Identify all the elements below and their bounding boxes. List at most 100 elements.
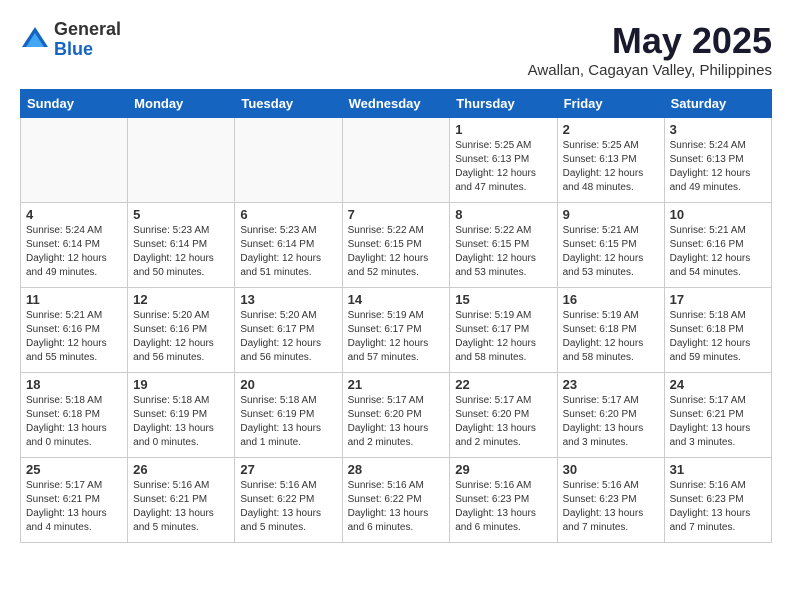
calendar-cell: 13 Sunrise: 5:20 AM Sunset: 6:17 PM Dayli… — [235, 288, 342, 373]
calendar-cell: 17Sunrise: 5:18 AM Sunset: 6:18 PM Dayli… — [664, 288, 771, 373]
day-number: 25 — [26, 462, 122, 477]
calendar-cell — [342, 118, 450, 203]
day-number: 1 — [455, 122, 551, 137]
column-header-thursday: Thursday — [450, 90, 557, 118]
calendar-cell: 6 Sunrise: 5:23 AM Sunset: 6:14 PM Daylig… — [235, 203, 342, 288]
day-number: 3 — [670, 122, 766, 137]
day-info: Sunrise: 5:16 AM Sunset: 6:22 PM Dayligh… — [348, 479, 445, 535]
day-number: 10 — [670, 207, 766, 222]
day-info: Sunrise: 5:16 AM Sunset: 6:23 PM Dayligh… — [455, 479, 551, 535]
day-number: 22 — [455, 377, 551, 392]
calendar-cell: 8 Sunrise: 5:22 AM Sunset: 6:15 PM Daylig… — [450, 203, 557, 288]
calendar-cell: 26 Sunrise: 5:16 AM Sunset: 6:21 PM Dayli… — [128, 458, 235, 543]
calendar-cell: 2 Sunrise: 5:25 AM Sunset: 6:13 PM Daylig… — [557, 118, 664, 203]
calendar-cell: 28 Sunrise: 5:16 AM Sunset: 6:22 PM Dayli… — [342, 458, 450, 543]
day-info: Sunrise: 5:18 AM Sunset: 6:18 PM Dayligh… — [670, 309, 766, 365]
page-header: General Blue May 2025 Awallan, Cagayan V… — [20, 20, 772, 79]
day-info: Sunrise: 5:20 AM Sunset: 6:17 PM Dayligh… — [240, 309, 336, 365]
day-number: 8 — [455, 207, 551, 222]
day-number: 13 — [240, 292, 336, 307]
day-number: 19 — [133, 377, 229, 392]
day-info: Sunrise: 5:22 AM Sunset: 6:15 PM Dayligh… — [455, 224, 551, 280]
day-number: 18 — [26, 377, 122, 392]
day-number: 31 — [670, 462, 766, 477]
day-number: 20 — [240, 377, 336, 392]
calendar-cell: 15Sunrise: 5:19 AM Sunset: 6:17 PM Dayli… — [450, 288, 557, 373]
calendar-cell: 19 Sunrise: 5:18 AM Sunset: 6:19 PM Dayli… — [128, 373, 235, 458]
location-subtitle: Awallan, Cagayan Valley, Philippines — [528, 62, 772, 79]
day-number: 26 — [133, 462, 229, 477]
day-number: 21 — [348, 377, 445, 392]
day-info: Sunrise: 5:21 AM Sunset: 6:16 PM Dayligh… — [670, 224, 766, 280]
day-info: Sunrise: 5:19 AM Sunset: 6:17 PM Dayligh… — [455, 309, 551, 365]
calendar-cell: 11 Sunrise: 5:21 AM Sunset: 6:16 PM Dayli… — [21, 288, 128, 373]
day-info: Sunrise: 5:17 AM Sunset: 6:20 PM Dayligh… — [563, 394, 659, 450]
logo-text: General Blue — [54, 20, 121, 60]
calendar-cell: 18 Sunrise: 5:18 AM Sunset: 6:18 PM Dayli… — [21, 373, 128, 458]
day-info: Sunrise: 5:16 AM Sunset: 6:22 PM Dayligh… — [240, 479, 336, 535]
logo-general: General — [54, 20, 121, 40]
week-row-3: 11 Sunrise: 5:21 AM Sunset: 6:16 PM Dayli… — [21, 288, 772, 373]
calendar-cell: 22Sunrise: 5:17 AM Sunset: 6:20 PM Dayli… — [450, 373, 557, 458]
day-info: Sunrise: 5:16 AM Sunset: 6:23 PM Dayligh… — [563, 479, 659, 535]
column-header-wednesday: Wednesday — [342, 90, 450, 118]
calendar-cell: 25 Sunrise: 5:17 AM Sunset: 6:21 PM Dayli… — [21, 458, 128, 543]
day-info: Sunrise: 5:19 AM Sunset: 6:17 PM Dayligh… — [348, 309, 445, 365]
calendar-cell — [21, 118, 128, 203]
calendar-cell: 20 Sunrise: 5:18 AM Sunset: 6:19 PM Dayli… — [235, 373, 342, 458]
day-info: Sunrise: 5:16 AM Sunset: 6:23 PM Dayligh… — [670, 479, 766, 535]
day-number: 7 — [348, 207, 445, 222]
calendar-cell: 4Sunrise: 5:24 AM Sunset: 6:14 PM Daylig… — [21, 203, 128, 288]
day-info: Sunrise: 5:18 AM Sunset: 6:19 PM Dayligh… — [133, 394, 229, 450]
calendar-header-row: SundayMondayTuesdayWednesdayThursdayFrid… — [21, 90, 772, 118]
day-info: Sunrise: 5:17 AM Sunset: 6:21 PM Dayligh… — [670, 394, 766, 450]
title-block: May 2025 Awallan, Cagayan Valley, Philip… — [528, 20, 772, 79]
day-info: Sunrise: 5:21 AM Sunset: 6:15 PM Dayligh… — [563, 224, 659, 280]
day-number: 16 — [563, 292, 659, 307]
month-title: May 2025 — [528, 20, 772, 62]
day-info: Sunrise: 5:22 AM Sunset: 6:15 PM Dayligh… — [348, 224, 445, 280]
calendar-cell — [235, 118, 342, 203]
calendar-cell: 3 Sunrise: 5:24 AM Sunset: 6:13 PM Daylig… — [664, 118, 771, 203]
day-number: 11 — [26, 292, 122, 307]
day-number: 29 — [455, 462, 551, 477]
day-number: 2 — [563, 122, 659, 137]
day-info: Sunrise: 5:17 AM Sunset: 6:21 PM Dayligh… — [26, 479, 122, 535]
day-info: Sunrise: 5:25 AM Sunset: 6:13 PM Dayligh… — [563, 139, 659, 195]
day-info: Sunrise: 5:21 AM Sunset: 6:16 PM Dayligh… — [26, 309, 122, 365]
day-info: Sunrise: 5:24 AM Sunset: 6:14 PM Dayligh… — [26, 224, 122, 280]
day-number: 30 — [563, 462, 659, 477]
calendar-cell: 10 Sunrise: 5:21 AM Sunset: 6:16 PM Dayli… — [664, 203, 771, 288]
calendar-cell: 23Sunrise: 5:17 AM Sunset: 6:20 PM Dayli… — [557, 373, 664, 458]
logo-icon — [20, 25, 50, 55]
day-info: Sunrise: 5:25 AM Sunset: 6:13 PM Dayligh… — [455, 139, 551, 195]
day-number: 6 — [240, 207, 336, 222]
column-header-sunday: Sunday — [21, 90, 128, 118]
calendar-cell: 29 Sunrise: 5:16 AM Sunset: 6:23 PM Dayli… — [450, 458, 557, 543]
day-number: 28 — [348, 462, 445, 477]
calendar-cell: 14 Sunrise: 5:19 AM Sunset: 6:17 PM Dayli… — [342, 288, 450, 373]
day-number: 5 — [133, 207, 229, 222]
day-info: Sunrise: 5:16 AM Sunset: 6:21 PM Dayligh… — [133, 479, 229, 535]
week-row-1: 1 Sunrise: 5:25 AM Sunset: 6:13 PM Daylig… — [21, 118, 772, 203]
day-number: 12 — [133, 292, 229, 307]
day-info: Sunrise: 5:19 AM Sunset: 6:18 PM Dayligh… — [563, 309, 659, 365]
week-row-2: 4Sunrise: 5:24 AM Sunset: 6:14 PM Daylig… — [21, 203, 772, 288]
day-info: Sunrise: 5:20 AM Sunset: 6:16 PM Dayligh… — [133, 309, 229, 365]
calendar-cell: 5Sunrise: 5:23 AM Sunset: 6:14 PM Daylig… — [128, 203, 235, 288]
calendar-cell: 9Sunrise: 5:21 AM Sunset: 6:15 PM Daylig… — [557, 203, 664, 288]
calendar-cell: 27Sunrise: 5:16 AM Sunset: 6:22 PM Dayli… — [235, 458, 342, 543]
calendar-cell: 1 Sunrise: 5:25 AM Sunset: 6:13 PM Daylig… — [450, 118, 557, 203]
day-number: 14 — [348, 292, 445, 307]
calendar-cell: 31 Sunrise: 5:16 AM Sunset: 6:23 PM Dayli… — [664, 458, 771, 543]
day-info: Sunrise: 5:23 AM Sunset: 6:14 PM Dayligh… — [240, 224, 336, 280]
logo-blue: Blue — [54, 40, 121, 60]
day-info: Sunrise: 5:24 AM Sunset: 6:13 PM Dayligh… — [670, 139, 766, 195]
day-info: Sunrise: 5:18 AM Sunset: 6:18 PM Dayligh… — [26, 394, 122, 450]
logo: General Blue — [20, 20, 121, 60]
day-info: Sunrise: 5:18 AM Sunset: 6:19 PM Dayligh… — [240, 394, 336, 450]
calendar-cell: 7 Sunrise: 5:22 AM Sunset: 6:15 PM Daylig… — [342, 203, 450, 288]
calendar-cell: 16 Sunrise: 5:19 AM Sunset: 6:18 PM Dayli… — [557, 288, 664, 373]
column-header-tuesday: Tuesday — [235, 90, 342, 118]
column-header-monday: Monday — [128, 90, 235, 118]
